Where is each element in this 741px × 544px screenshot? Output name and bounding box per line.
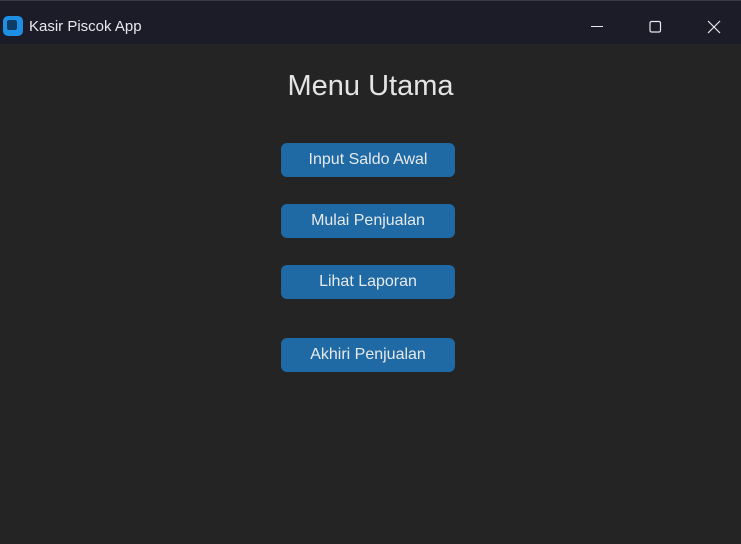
input-saldo-awal-button[interactable]: Input Saldo Awal [281,143,455,177]
app-icon [3,16,23,36]
main-content: Menu Utama Input Saldo Awal Mulai Penjua… [0,44,741,544]
maximize-icon [649,20,662,33]
title-bar[interactable]: Kasir Piscok App [0,0,741,44]
close-icon [707,20,721,34]
app-window: Kasir Piscok App Menu Utama Input Saldo … [0,0,741,544]
page-title: Menu Utama [287,70,454,102]
lihat-laporan-button[interactable]: Lihat Laporan [281,265,455,299]
minimize-button[interactable] [574,9,620,45]
mulai-penjualan-button[interactable]: Mulai Penjualan [281,204,455,238]
window-title: Kasir Piscok App [29,18,142,35]
close-button[interactable] [691,9,737,45]
maximize-button[interactable] [632,9,678,45]
minimize-icon [591,26,603,27]
akhiri-penjualan-button[interactable]: Akhiri Penjualan [281,338,455,372]
